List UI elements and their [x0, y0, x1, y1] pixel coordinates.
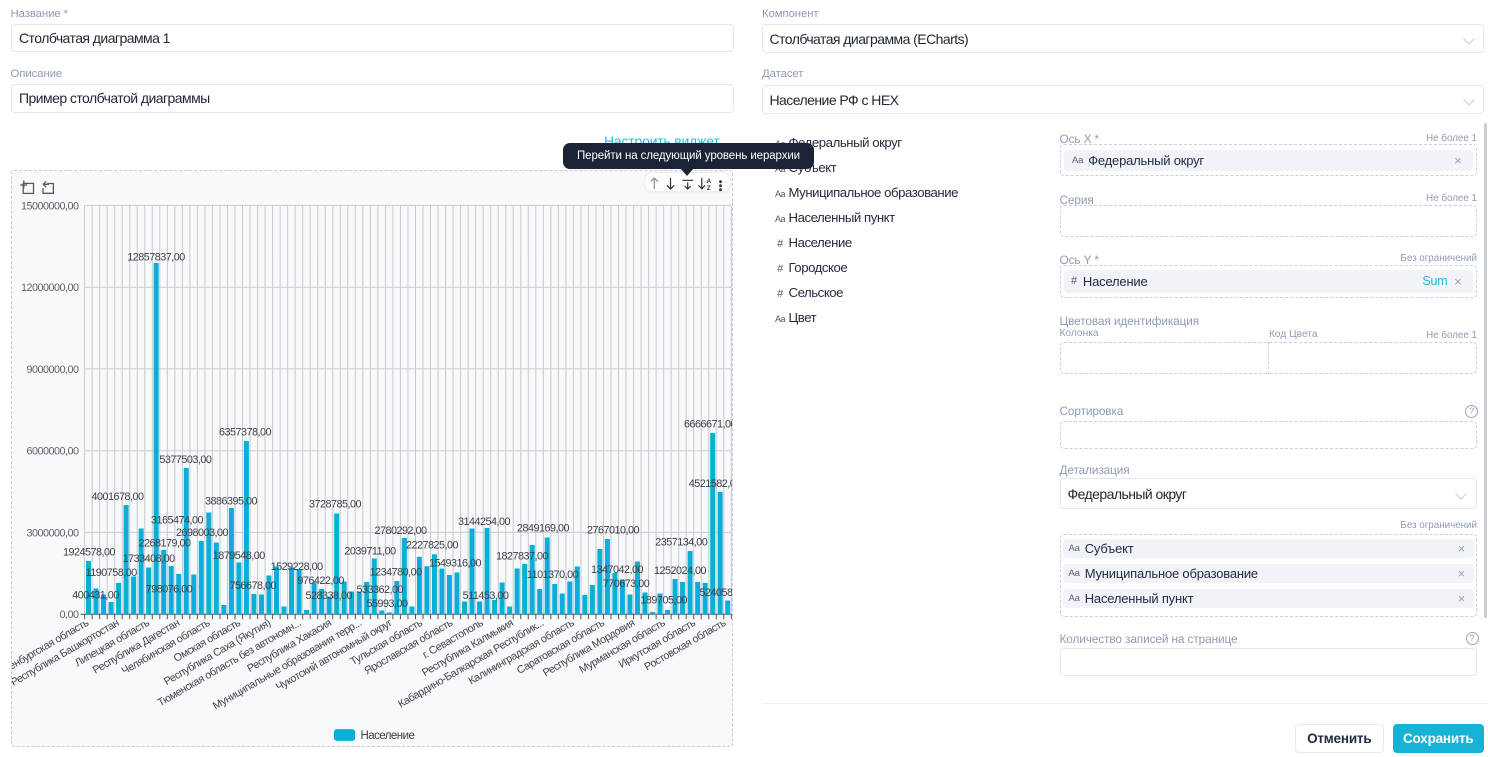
svg-text:3728785,00: 3728785,00 — [309, 499, 362, 511]
svg-text:189705,00: 189705,00 — [640, 595, 687, 607]
svg-text:15000000,00: 15000000,00 — [21, 200, 79, 212]
svg-text:533362,00: 533362,00 — [357, 584, 404, 596]
svg-text:756678,00: 756678,00 — [230, 580, 277, 592]
svg-text:3886395,00: 3886395,00 — [205, 496, 258, 508]
svg-text:976422,00: 976422,00 — [297, 575, 344, 587]
svg-text:1733408,00: 1733408,00 — [123, 553, 176, 565]
svg-text:3144254,00: 3144254,00 — [458, 516, 511, 528]
svg-text:770673,00: 770673,00 — [603, 578, 650, 590]
svg-text:Z: Z — [707, 185, 711, 192]
svg-text:528338,00: 528338,00 — [306, 590, 353, 602]
svg-text:2357134,00: 2357134,00 — [655, 536, 708, 548]
svg-text:6357378,00: 6357378,00 — [219, 427, 272, 439]
svg-text:2767010,00: 2767010,00 — [587, 525, 640, 537]
svg-text:2039711,00: 2039711,00 — [344, 545, 396, 557]
svg-text:1549316,00: 1549316,00 — [429, 558, 482, 570]
svg-text:798076,00: 798076,00 — [146, 584, 193, 596]
svg-text:9000000,00: 9000000,00 — [26, 364, 79, 376]
svg-text:400431,00: 400431,00 — [72, 590, 119, 602]
svg-text:1101370,00: 1101370,00 — [527, 569, 579, 581]
svg-text:2780292,00: 2780292,00 — [374, 525, 427, 537]
svg-text:12000000,00: 12000000,00 — [21, 282, 79, 294]
svg-text:1529228,00: 1529228,00 — [271, 561, 324, 573]
svg-text:3165474,00: 3165474,00 — [151, 515, 204, 527]
svg-text:2268179,00: 2268179,00 — [138, 538, 191, 550]
svg-text:Население: Население — [361, 730, 415, 742]
svg-text:12857837,00: 12857837,00 — [127, 252, 185, 264]
svg-text:1924578,00: 1924578,00 — [63, 547, 116, 559]
svg-text:1234780,00: 1234780,00 — [370, 567, 423, 579]
svg-text:1252024,00: 1252024,00 — [654, 565, 707, 577]
svg-text:4521582,0: 4521582,0 — [689, 478, 733, 490]
svg-text:524058: 524058 — [699, 587, 733, 599]
svg-text:6000000,00: 6000000,00 — [26, 446, 79, 458]
svg-text:1190758,00: 1190758,00 — [86, 567, 138, 579]
svg-text:4001678,00: 4001678,00 — [91, 491, 144, 503]
svg-text:6666671,00: 6666671,00 — [684, 419, 733, 431]
svg-text:55993,00: 55993,00 — [366, 598, 408, 610]
svg-text:1827837,00: 1827837,00 — [496, 551, 549, 563]
svg-text:A: A — [707, 178, 712, 185]
svg-text:3000000,00: 3000000,00 — [26, 527, 79, 539]
svg-text:1347042,00: 1347042,00 — [591, 564, 644, 576]
svg-text:511453,00: 511453,00 — [463, 590, 509, 602]
svg-text:2849169,00: 2849169,00 — [517, 523, 570, 535]
svg-text:0,00: 0,00 — [59, 609, 79, 621]
svg-text:5377503,00: 5377503,00 — [159, 454, 212, 466]
svg-text:1879548,00: 1879548,00 — [213, 550, 266, 562]
svg-text:2227825,00: 2227825,00 — [406, 540, 459, 552]
